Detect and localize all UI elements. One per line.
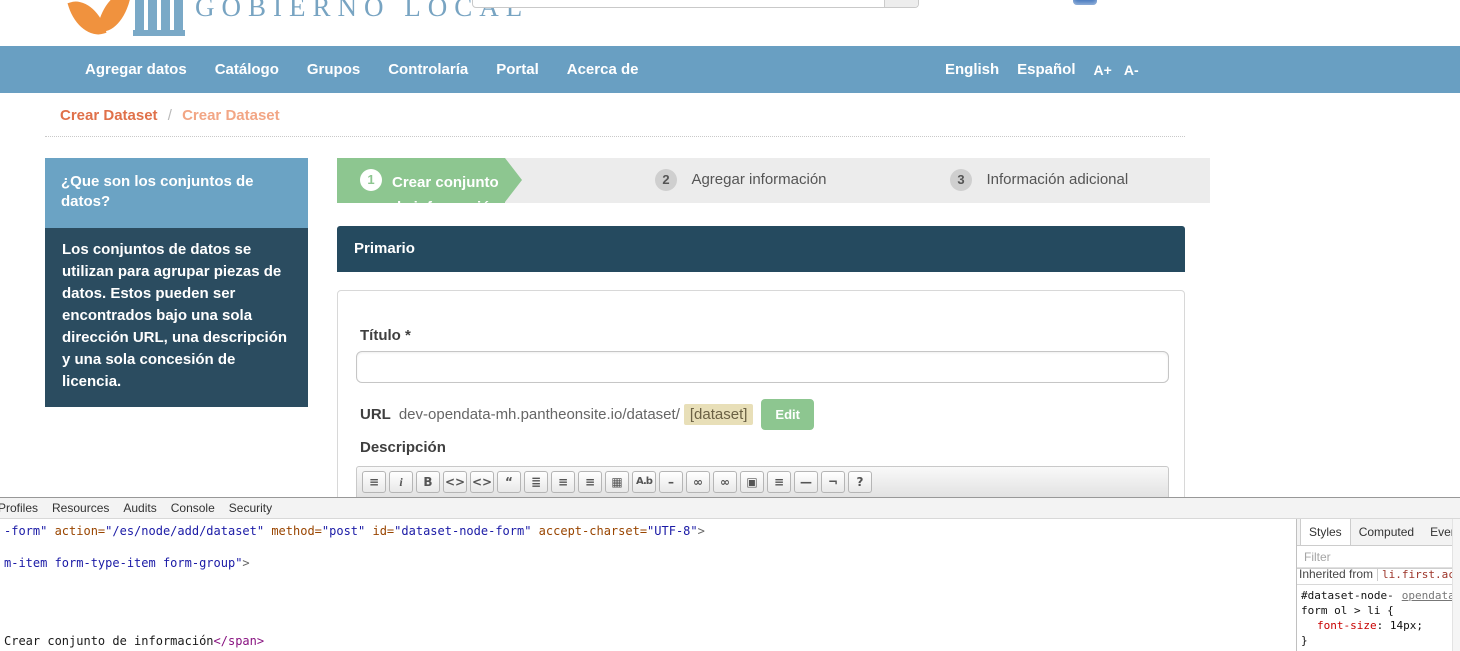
inherited-from-label: Inherited from	[1299, 568, 1373, 581]
main-navbar: Agregar datos Catálogo Grupos Controlarí…	[0, 46, 1460, 93]
font-increase-button[interactable]: A+	[1094, 62, 1112, 78]
abbreviation-icon[interactable]: A.b	[632, 471, 656, 493]
code-line: -form" action="/es/node/add/dataset" met…	[4, 524, 705, 538]
help-sidebar-title: ¿Que son los conjuntos de datos?	[45, 158, 308, 228]
devtools-elements-code[interactable]: -form" action="/es/node/add/dataset" met…	[0, 520, 1296, 651]
section-header-primario: Primario	[337, 226, 1185, 272]
nav-item-grupos[interactable]: Grupos	[307, 61, 360, 78]
breadcrumb-current: Crear Dataset	[182, 107, 280, 124]
heading-icon[interactable]: –	[659, 471, 683, 493]
lang-espanol-link[interactable]: Español	[1017, 61, 1075, 78]
descripcion-label: Descripción	[360, 439, 446, 456]
devtools-tab-profiles[interactable]: Profiles	[0, 501, 45, 515]
titulo-input[interactable]	[356, 351, 1169, 383]
help-icon[interactable]: ?	[848, 471, 872, 493]
css-property-name[interactable]: font-size	[1317, 619, 1377, 632]
devtools-panel: Profiles Resources Audits Console Securi…	[0, 497, 1460, 651]
breadcrumb: Crear Dataset / Crear Dataset	[45, 107, 1185, 137]
external-link-icon[interactable]: ∞	[686, 471, 710, 493]
page: GOBIERNO LOCAL Agregar datos Catálogo Gr…	[0, 0, 1460, 651]
css-rule-selector: #dataset-node-	[1301, 588, 1394, 603]
devtools-tab-audits[interactable]: Audits	[116, 501, 163, 515]
italic-icon[interactable]: i	[389, 471, 413, 493]
image-icon[interactable]: ▣	[740, 471, 764, 493]
css-rule-block: #dataset-node-opendata_m form ol > li { …	[1297, 585, 1460, 651]
styles-sidebar-tabs: Styles Computed Event Listeners	[1297, 519, 1460, 546]
devtools-tab-security[interactable]: Security	[222, 501, 279, 515]
wizard-steps: 1 Crear conjunto de información 2 Agrega…	[337, 158, 1210, 203]
help-sidebar: ¿Que son los conjuntos de datos? Los con…	[45, 158, 308, 407]
align-right-icon[interactable]: ≡	[767, 471, 791, 493]
table-icon[interactable]: ▦	[605, 471, 629, 493]
url-base-text: dev-opendata-mh.pantheonsite.io/dataset/	[399, 406, 680, 423]
step-3-label: Información adicional	[986, 169, 1128, 191]
help-sidebar-text: Los conjuntos de datos se utilizan para …	[45, 228, 308, 407]
breadcrumb-link[interactable]: Crear Dataset	[60, 107, 158, 124]
css-rule-close: }	[1301, 633, 1460, 648]
devtools-styles-sidebar: Styles Computed Event Listeners Filter I…	[1296, 519, 1460, 651]
nav-item-portal[interactable]: Portal	[496, 61, 539, 78]
css-property-value[interactable]: : 14px;	[1377, 619, 1423, 632]
step-2-label: Agregar información	[691, 169, 826, 191]
anchor-link-icon[interactable]: ∞	[713, 471, 737, 493]
facebook-icon[interactable]	[1073, 0, 1097, 5]
search-button[interactable]	[884, 0, 918, 7]
url-slug-placeholder: [dataset]	[684, 404, 754, 425]
nav-item-controlaria[interactable]: Controlaría	[388, 61, 468, 78]
page-break-icon[interactable]: ¬	[821, 471, 845, 493]
step-1-number: 1	[360, 169, 382, 191]
step-1-label: Crear conjunto de información	[392, 170, 505, 203]
step-3-number: 3	[950, 169, 972, 191]
inherited-from-row: Inherited from li.first.ac	[1297, 568, 1460, 585]
css-rule-selector-2: form ol > li {	[1301, 603, 1460, 618]
top-header: GOBIERNO LOCAL	[0, 0, 1460, 46]
tab-computed[interactable]: Computed	[1351, 519, 1422, 545]
align-left-icon[interactable]: ≡	[362, 471, 386, 493]
logo-leaf-icon	[97, 0, 132, 36]
dataset-form-panel: Título * URL dev-opendata-mh.pantheonsit…	[337, 290, 1185, 510]
tab-styles[interactable]: Styles	[1300, 519, 1351, 545]
devtools-tab-resources[interactable]: Resources	[45, 501, 116, 515]
code-block-icon[interactable]: <>	[470, 471, 494, 493]
lang-english-link[interactable]: English	[945, 61, 999, 78]
header-search	[472, 0, 919, 8]
nav-items: Agregar datos Catálogo Grupos Controlarí…	[85, 46, 666, 93]
url-label: URL	[360, 406, 391, 423]
url-row: URL dev-opendata-mh.pantheonsite.io/data…	[360, 397, 814, 431]
styles-scrollbar[interactable]	[1452, 519, 1460, 651]
step-2-number: 2	[655, 169, 677, 191]
code-icon[interactable]: <>	[443, 471, 467, 493]
blockquote-icon[interactable]: “	[497, 471, 521, 493]
align-center-icon[interactable]: ≡	[578, 471, 602, 493]
styles-filter-input[interactable]: Filter	[1297, 546, 1460, 568]
font-decrease-button[interactable]: A-	[1124, 62, 1139, 78]
breadcrumb-separator: /	[168, 107, 172, 124]
titulo-label: Título *	[360, 327, 411, 344]
nav-item-catalogo[interactable]: Catálogo	[215, 61, 279, 78]
bold-icon[interactable]: B	[416, 471, 440, 493]
unordered-list-icon[interactable]: ≡	[551, 471, 575, 493]
wizard-step-2[interactable]: 2 Agregar información	[655, 169, 827, 191]
nav-language-controls: English Español A+ A-	[945, 46, 1151, 93]
nav-item-agregar-datos[interactable]: Agregar datos	[85, 61, 187, 78]
inherited-selector[interactable]: li.first.ac	[1377, 568, 1455, 581]
site-logo[interactable]: GOBIERNO LOCAL	[55, 0, 415, 44]
wizard-step-1-active[interactable]: 1 Crear conjunto de información	[337, 158, 505, 203]
search-input[interactable]	[472, 0, 919, 8]
url-edit-button[interactable]: Edit	[761, 399, 814, 430]
code-line: m-item form-type-item form-group">	[4, 556, 250, 570]
step-arrow-icon	[505, 158, 522, 202]
logo-building-icon	[133, 0, 185, 36]
ordered-list-icon[interactable]: ≣	[524, 471, 548, 493]
horizontal-rule-icon[interactable]: —	[794, 471, 818, 493]
code-line: Crear conjunto de información</span>	[4, 634, 264, 648]
devtools-tabbar: Profiles Resources Audits Console Securi…	[0, 498, 1460, 519]
nav-item-acerca-de[interactable]: Acerca de	[567, 61, 639, 78]
devtools-tab-console[interactable]: Console	[164, 501, 222, 515]
wizard-step-3[interactable]: 3 Información adicional	[950, 169, 1128, 191]
